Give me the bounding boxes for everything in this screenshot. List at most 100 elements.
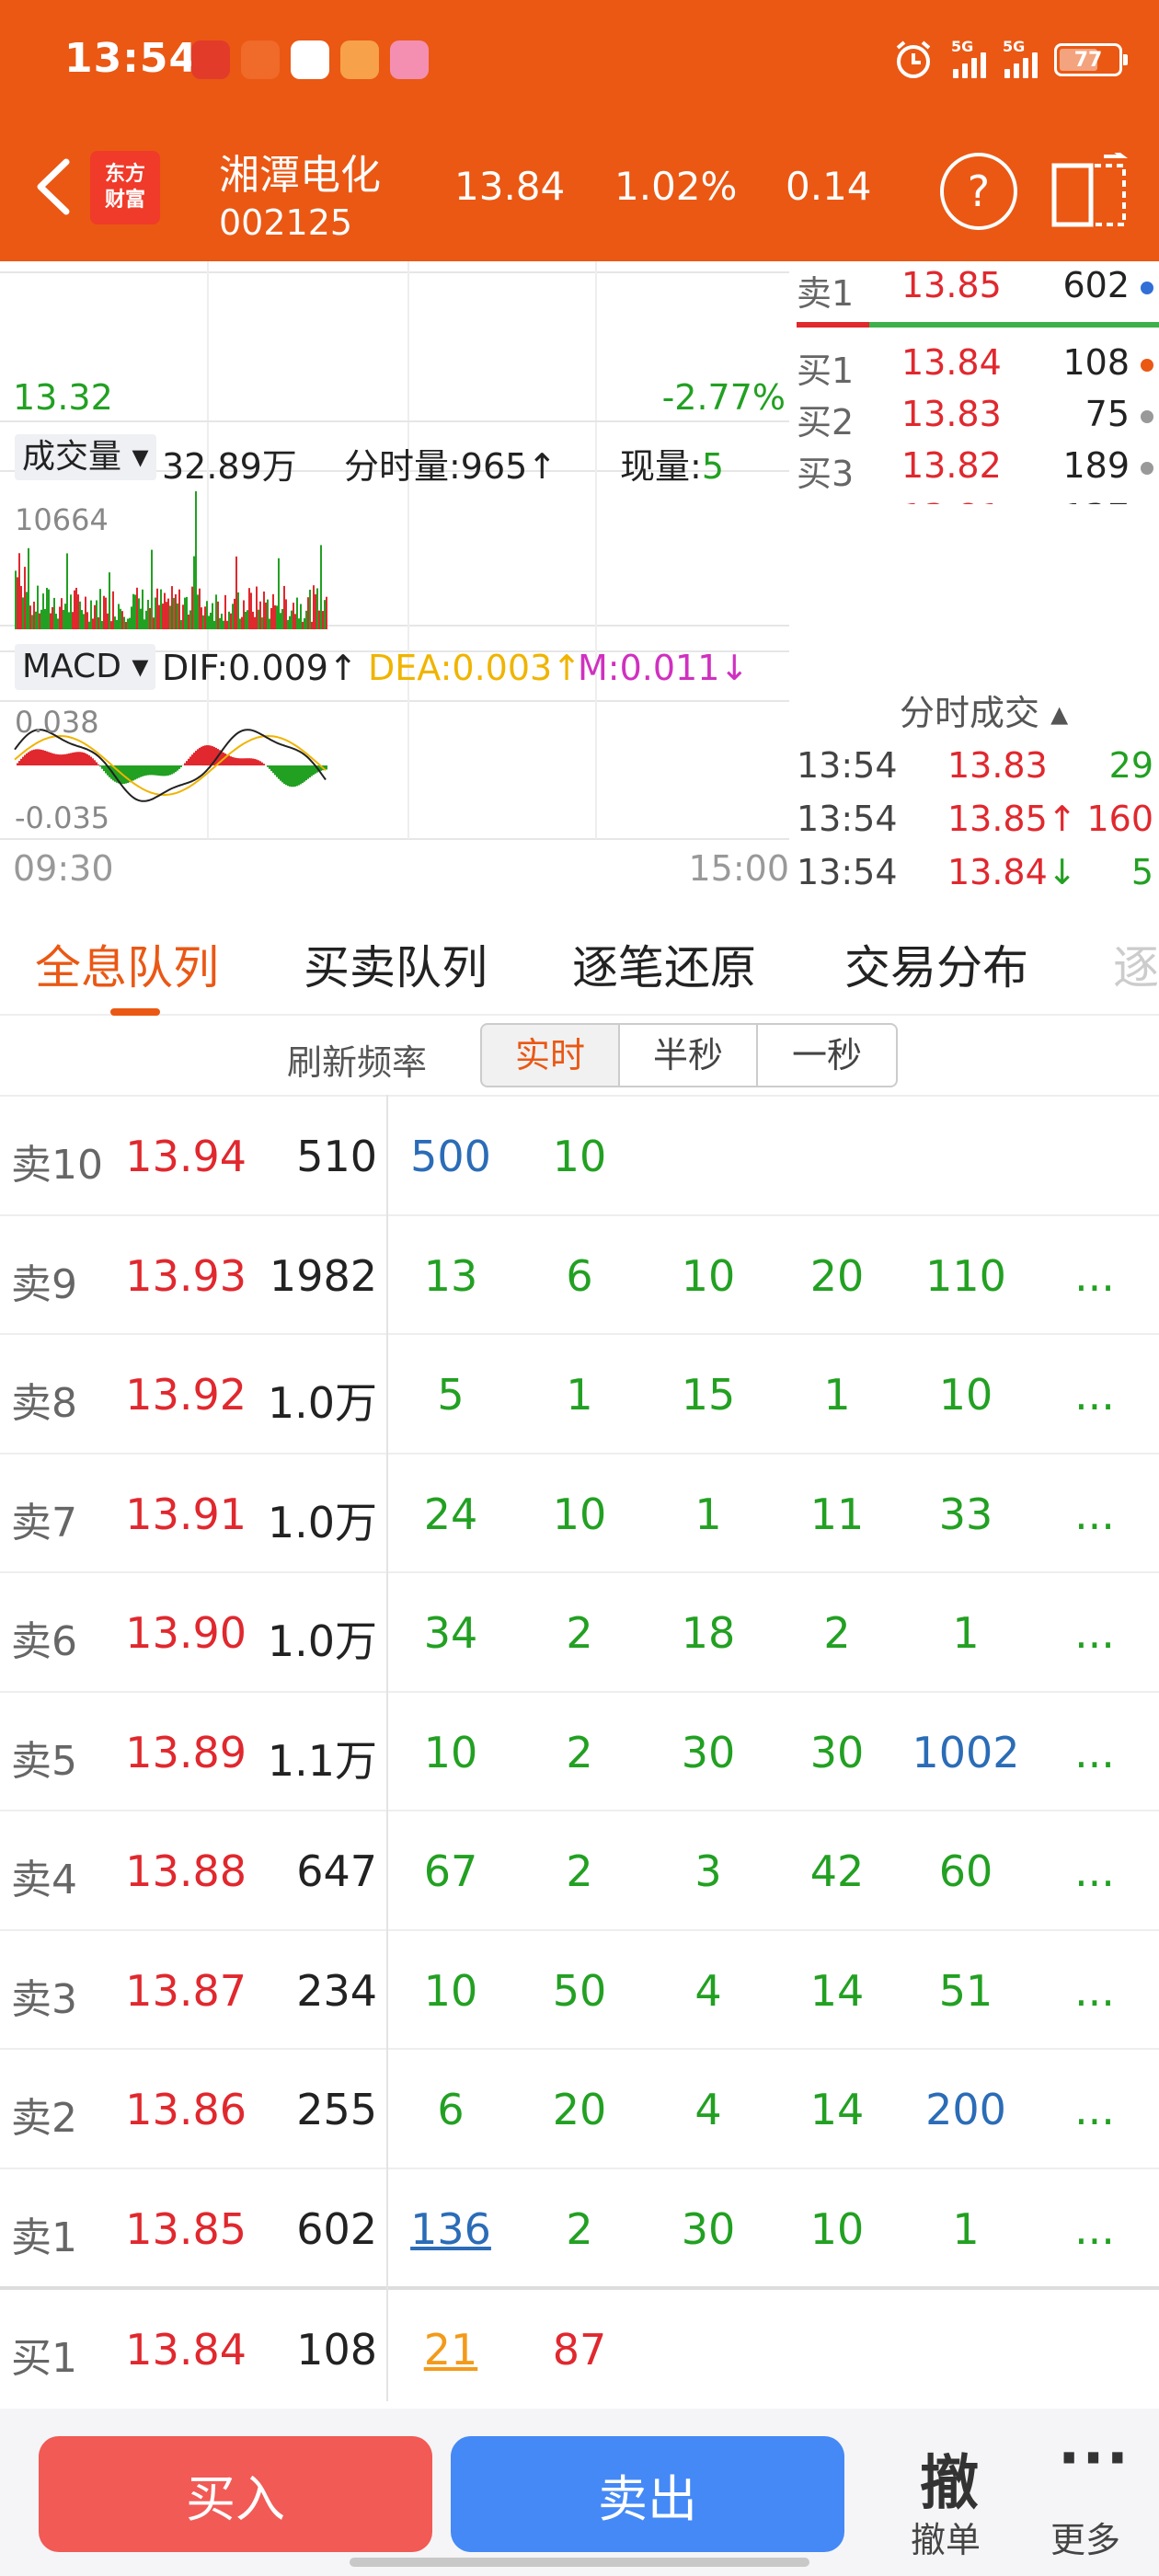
layout-switch-icon[interactable] — [1049, 153, 1131, 230]
queue-order-size[interactable]: 14 — [773, 1966, 901, 2016]
tab-trade-distribution[interactable]: 交易分布 — [844, 931, 1028, 997]
queue-order-size[interactable]: 30 — [644, 1728, 773, 1777]
volume-selector[interactable]: 成交量 ▾ — [15, 434, 156, 480]
queue-row[interactable]: 卖10 13.94 510 500 10 — [0, 1095, 1159, 1213]
queue-level: 卖5 — [11, 1737, 77, 1785]
queue-order-size[interactable]: ... — [1030, 1608, 1159, 1658]
queue-order-size[interactable]: 3 — [644, 1846, 773, 1896]
queue-row[interactable]: 卖5 13.89 1.1万 10 2 30 30 1002... — [0, 1690, 1159, 1810]
queue-order-size[interactable]: 4 — [644, 2085, 773, 2134]
queue-order-size[interactable]: 1 — [515, 1370, 644, 1420]
bottom-action-bar: 买入 卖出 撤 撤单 ··· 更多 — [0, 2409, 1159, 2576]
tab-bid-ask-queue[interactable]: 买卖队列 — [304, 931, 488, 997]
queue-order-size[interactable]: 51 — [901, 1966, 1030, 2016]
refresh-option-one-second[interactable]: 一秒 — [758, 1023, 898, 1087]
queue-order-size[interactable]: 6 — [515, 1251, 644, 1301]
macd-selector[interactable]: MACD ▾ — [15, 644, 156, 690]
app-logo: 东方 财富 — [90, 151, 160, 224]
queue-order-size[interactable]: 20 — [773, 1251, 901, 1301]
queue-row[interactable]: 卖7 13.91 1.0万 24 10 1 11 33... — [0, 1452, 1159, 1571]
order-book-panel[interactable]: 卖1 13.85 602 买1 13.84 108 买2 13.83 75 买3 13.82 1… — [789, 261, 1159, 905]
queue-order-size[interactable]: 67 — [386, 1846, 515, 1896]
tab-full-queue[interactable]: 全息队列 — [35, 931, 219, 997]
queue-row[interactable]: 卖3 13.87 234 10 50 4 14 51... — [0, 1928, 1159, 2048]
queue-order-size[interactable]: 136 — [386, 2204, 515, 2254]
home-indicator[interactable] — [350, 2558, 809, 2567]
queue-order-size[interactable]: 4 — [644, 1966, 773, 2016]
time-sales-title[interactable]: 分时成交 ▴ — [900, 684, 1068, 735]
queue-order-size[interactable]: 2 — [515, 1608, 644, 1658]
queue-row[interactable]: 卖2 13.86 255 6 20 4 14 200... — [0, 2048, 1159, 2167]
queue-order-size[interactable]: 20 — [515, 2085, 644, 2134]
queue-row[interactable]: 卖6 13.90 1.0万 34 2 18 2 1... — [0, 1571, 1159, 1690]
queue-order-size[interactable]: 1 — [644, 1489, 773, 1539]
queue-order-size[interactable]: 24 — [386, 1489, 515, 1539]
queue-order-size[interactable]: 10 — [773, 2204, 901, 2254]
queue-order-size[interactable]: 10 — [515, 1132, 644, 1181]
queue-order-size[interactable]: ... — [1030, 1728, 1159, 1777]
queue-order-size[interactable]: 6 — [386, 2085, 515, 2134]
queue-order-size[interactable]: 110 — [901, 1251, 1030, 1301]
queue-level: 卖7 — [11, 1499, 77, 1547]
queue-order-size[interactable]: 2 — [773, 1608, 901, 1658]
more-icon[interactable]: ··· — [1058, 2425, 1130, 2493]
queue-order-size[interactable]: ... — [1030, 1966, 1159, 2016]
queue-order-size[interactable]: 13 — [386, 1251, 515, 1301]
queue-order-size[interactable]: 42 — [773, 1846, 901, 1896]
queue-order-size[interactable]: 10 — [515, 1489, 644, 1539]
refresh-option-half-second[interactable]: 半秒 — [620, 1023, 758, 1087]
queue-order-size[interactable]: 14 — [773, 2085, 901, 2134]
queue-order-size[interactable]: 500 — [386, 1132, 515, 1181]
tab-tick-replay[interactable]: 逐笔还原 — [572, 931, 756, 997]
queue-order-size[interactable]: 10 — [386, 1728, 515, 1777]
queue-level: 卖8 — [11, 1380, 77, 1427]
queue-order-size[interactable]: 15 — [644, 1370, 773, 1420]
queue-order-size[interactable]: 10 — [644, 1251, 773, 1301]
queue-order-size[interactable]: 2 — [515, 2204, 644, 2254]
help-icon[interactable]: ? — [940, 153, 1017, 230]
intraday-chart[interactable]: 13.32 -2.77% 成交量 ▾ 32.89万 分时量:965↑ 现量:5 … — [0, 261, 789, 905]
tab-overflow[interactable]: 逐 — [1113, 931, 1159, 997]
queue-row[interactable]: 卖4 13.88 647 67 2 3 42 60... — [0, 1810, 1159, 1928]
queue-order-size[interactable]: 10 — [386, 1966, 515, 2016]
queue-order-size[interactable]: ... — [1030, 2085, 1159, 2134]
queue-order-size[interactable]: ... — [1030, 1251, 1159, 1301]
queue-order-size[interactable]: 60 — [901, 1846, 1030, 1896]
queue-order-size[interactable]: 2 — [515, 1846, 644, 1896]
cancel-order-icon[interactable]: 撤 — [920, 2436, 979, 2521]
queue-order-size[interactable]: 2 — [515, 1728, 644, 1777]
macd-dea: DEA:0.003↑ — [368, 648, 582, 688]
queue-order-size[interactable]: ... — [1030, 1846, 1159, 1896]
buy-button[interactable]: 买入 — [39, 2436, 432, 2552]
queue-row[interactable]: 卖9 13.93 1982 13 6 10 20 110... — [0, 1213, 1159, 1333]
queue-row[interactable]: 买1 13.84 108 21 87 — [0, 2286, 1159, 2405]
queue-order-size[interactable]: 1 — [901, 1608, 1030, 1658]
queue-order-size[interactable]: 18 — [644, 1608, 773, 1658]
queue-order-size[interactable]: 50 — [515, 1966, 644, 2016]
more-button[interactable]: 更多 — [1050, 2512, 1120, 2562]
refresh-option-realtime[interactable]: 实时 — [480, 1023, 620, 1087]
queue-order-size[interactable]: 5 — [386, 1370, 515, 1420]
queue-order-size[interactable]: 1 — [901, 2204, 1030, 2254]
queue-order-size[interactable]: 33 — [901, 1489, 1030, 1539]
sell-button[interactable]: 卖出 — [451, 2436, 844, 2552]
cancel-order-button[interactable]: 撤单 — [911, 2512, 981, 2562]
queue-row[interactable]: 卖8 13.92 1.0万 5 1 15 1 10... — [0, 1333, 1159, 1452]
queue-order-size[interactable]: 11 — [773, 1489, 901, 1539]
queue-row[interactable]: 卖1 13.85 602 136 2 30 10 1... — [0, 2167, 1159, 2286]
queue-order-size[interactable]: 87 — [515, 2325, 644, 2375]
back-arrow-icon[interactable] — [26, 155, 81, 219]
queue-order-size[interactable]: ... — [1030, 1370, 1159, 1420]
queue-order-size[interactable]: 21 — [386, 2325, 515, 2375]
queue-order-size[interactable]: 10 — [901, 1370, 1030, 1420]
queue-order-size[interactable]: 200 — [901, 2085, 1030, 2134]
queue-order-size[interactable]: 1002 — [901, 1728, 1030, 1777]
queue-order-size[interactable]: 34 — [386, 1608, 515, 1658]
queue-order-size[interactable]: 1 — [773, 1370, 901, 1420]
queue-order-size[interactable]: 30 — [773, 1728, 901, 1777]
queue-order-size[interactable]: ... — [1030, 2204, 1159, 2254]
queue-order-size[interactable]: 30 — [644, 2204, 773, 2254]
stock-name[interactable]: 湘潭电化 — [219, 142, 381, 201]
queue-order-size[interactable]: ... — [1030, 1489, 1159, 1539]
queue-price: 13.85 — [125, 2203, 247, 2254]
